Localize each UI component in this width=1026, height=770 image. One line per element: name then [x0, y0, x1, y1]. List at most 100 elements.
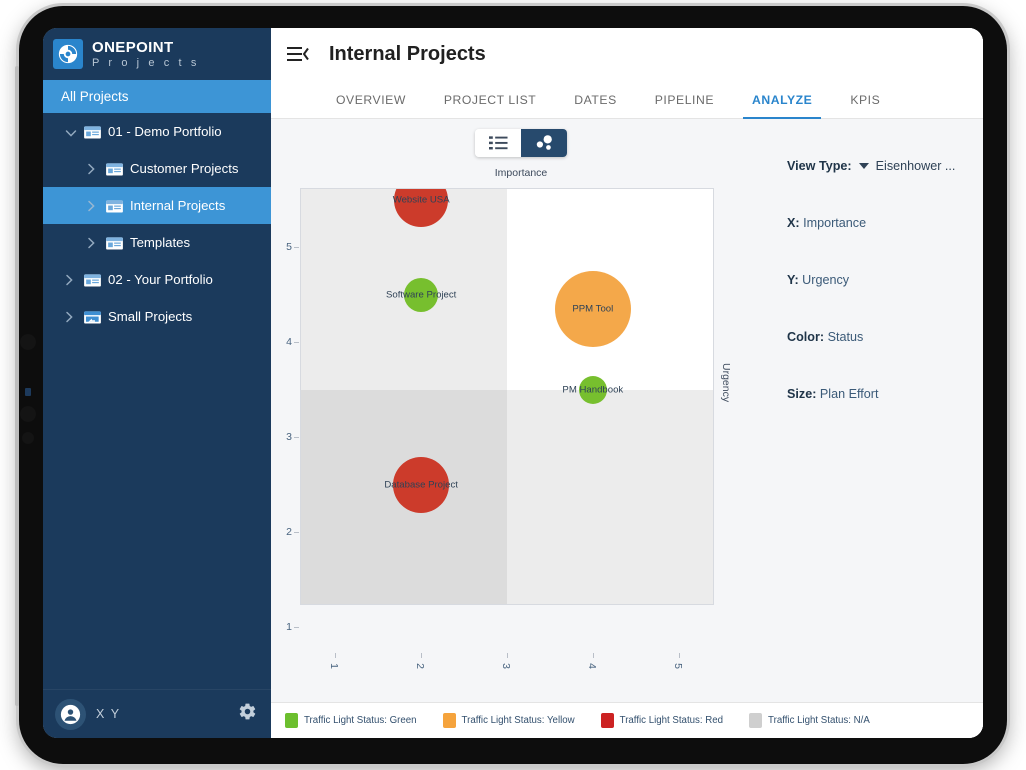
x-tick-label: 3 [499, 663, 512, 669]
plot-area: Website USA Software Project PPM Tool PM Ha… [300, 188, 714, 605]
folder-shared-icon [84, 310, 101, 324]
sidebar-item-label: Small Projects [108, 309, 193, 324]
bubble-chart: Importance Website USA Software Project PP… [271, 167, 771, 738]
sidebar-item-label: Templates [130, 235, 191, 250]
legend-label: Traffic Light Status: Yellow [461, 715, 575, 726]
all-projects-label: All Projects [61, 89, 129, 104]
chevron-right-icon[interactable] [65, 311, 77, 323]
chart-x-axis-title: Importance [494, 167, 548, 179]
chevron-right-icon[interactable] [87, 237, 99, 249]
y-tick-label: 5 [286, 241, 292, 254]
content-area: Importance Website USA Software Project PP… [271, 119, 983, 738]
tab-bar: OVERVIEW PROJECT LIST DATES PIPELINE ANALYZE… [271, 80, 983, 119]
legend-item[interactable]: Traffic Light Status: N/A [749, 713, 870, 728]
sidebar-item-label: Internal Projects [130, 198, 226, 213]
x-tick-label: 1 [328, 663, 341, 669]
legend-item[interactable]: Traffic Light Status: Green [285, 713, 417, 728]
user-name: X Y [96, 707, 121, 721]
folder-icon [106, 236, 123, 250]
x-tick-label: 4 [585, 663, 598, 669]
legend-swatch [749, 713, 763, 728]
tab-pipeline[interactable]: PIPELINE [636, 93, 733, 118]
screenshot-root: ONEPOINT P r o j e c t s All Projects 01… [0, 0, 1026, 770]
sidebar-item-02-your-portfolio[interactable]: 02 - Your Portfolio [43, 261, 271, 298]
folder-icon [106, 162, 123, 176]
axis-mapping-key: X: [787, 216, 800, 230]
y-tick-mark [294, 532, 299, 534]
brand-header[interactable]: ONEPOINT P r o j e c t s [43, 28, 271, 80]
axis-mapping-x[interactable]: X: Importance [771, 216, 983, 230]
legend-label: Traffic Light Status: N/A [768, 715, 870, 726]
tablet-screen: ONEPOINT P r o j e c t s All Projects 01… [43, 28, 983, 738]
y-tick-label: 2 [286, 526, 292, 539]
y-tick-mark [294, 437, 299, 439]
legend-swatch [285, 713, 298, 728]
tab-dates[interactable]: DATES [555, 93, 635, 118]
folder-icon [84, 273, 101, 287]
tablet-button-bottom[interactable] [22, 432, 34, 444]
tablet-button-top[interactable] [20, 334, 36, 350]
axis-mapping-value: Urgency [798, 273, 850, 287]
y-tick-label: 4 [286, 336, 292, 349]
y-tick-label: 3 [286, 431, 292, 444]
x-tick-mark [335, 653, 337, 658]
x-tick-mark [678, 653, 680, 658]
bubble-point[interactable] [578, 376, 607, 405]
sidebar-item-small-projects[interactable]: Small Projects [43, 298, 271, 335]
x-tick-mark [421, 653, 423, 658]
sidebar-item-customer-projects[interactable]: Customer Projects [43, 150, 271, 187]
x-tick-mark [507, 653, 508, 658]
chevron-right-icon[interactable] [65, 274, 77, 286]
axis-mapping-list: X: Importance Y: Urgency Color: Status Size… [771, 216, 983, 401]
y-tick-mark [294, 627, 299, 629]
folder-icon [106, 199, 123, 213]
tab-analyze[interactable]: ANALYZE [733, 93, 831, 119]
sidebar-item-internal-projects[interactable]: Internal Projects [43, 187, 271, 224]
tab-project-list[interactable]: PROJECT LIST [425, 93, 555, 118]
brand-name: ONEPOINT [92, 38, 174, 56]
chart-y-axis-title: Urgency [720, 363, 732, 403]
sidebar-item-label: 02 - Your Portfolio [108, 272, 213, 287]
axis-mapping-color[interactable]: Color: Status [771, 330, 983, 344]
chevron-down-icon[interactable] [858, 163, 869, 169]
sidebar-item-templates[interactable]: Templates [43, 224, 271, 261]
tab-kpis[interactable]: KPIS [831, 93, 899, 118]
axis-mapping-y[interactable]: Y: Urgency [771, 273, 983, 287]
x-tick-label: 2 [414, 663, 427, 669]
axis-mapping-key: Y: [787, 273, 799, 287]
sidebar-item-01-demo-portfolio[interactable]: 01 - Demo Portfolio [43, 113, 271, 150]
axis-mapping-value: Plan Effort [816, 387, 879, 401]
gear-icon[interactable] [238, 702, 257, 726]
chevron-right-icon[interactable] [87, 200, 99, 212]
chevron-right-icon[interactable] [87, 163, 99, 175]
axis-mapping-key: Color: [787, 330, 825, 344]
axis-mapping-size[interactable]: Size: Plan Effort [771, 387, 983, 401]
quadrant-bottom-right [507, 390, 713, 604]
tablet-button-mid[interactable] [20, 406, 36, 422]
bubble-chart-icon[interactable] [521, 129, 567, 157]
list-view-icon[interactable] [475, 129, 521, 157]
brand-text: ONEPOINT P r o j e c t s [92, 40, 199, 69]
axis-mapping-value: Status [824, 330, 864, 344]
sidebar-item-all-projects[interactable]: All Projects [43, 80, 271, 113]
account-circle-icon[interactable] [55, 698, 86, 730]
main-area: Internal Projects OVERVIEW PROJECT LIST DA… [271, 28, 983, 738]
legend-item[interactable]: Traffic Light Status: Red [600, 713, 723, 728]
y-tick-mark [294, 247, 299, 249]
axis-mapping-value: Importance [799, 216, 867, 230]
legend-item[interactable]: Traffic Light Status: Yellow [442, 713, 575, 728]
chart-legend: Traffic Light Status: Green Traffic Light… [271, 702, 983, 738]
y-tick-mark [294, 342, 299, 344]
legend-swatch [600, 713, 614, 728]
sidebar-item-label: 01 - Demo Portfolio [108, 124, 222, 139]
tablet-indicator-led [25, 388, 31, 396]
collapse-menu-icon[interactable] [287, 46, 309, 62]
chevron-down-icon[interactable] [65, 126, 77, 138]
tab-overview[interactable]: OVERVIEW [317, 93, 425, 118]
tablet-frame: ONEPOINT P r o j e c t s All Projects 01… [15, 6, 1007, 764]
bubble-point[interactable] [554, 270, 631, 347]
view-type-selector[interactable]: View Type: Eisenhower ... [771, 159, 983, 173]
x-tick-mark [592, 653, 594, 658]
settings-panel: View Type: Eisenhower ... X: Importance Y… [771, 119, 983, 738]
sidebar: ONEPOINT P r o j e c t s All Projects 01… [43, 28, 271, 738]
